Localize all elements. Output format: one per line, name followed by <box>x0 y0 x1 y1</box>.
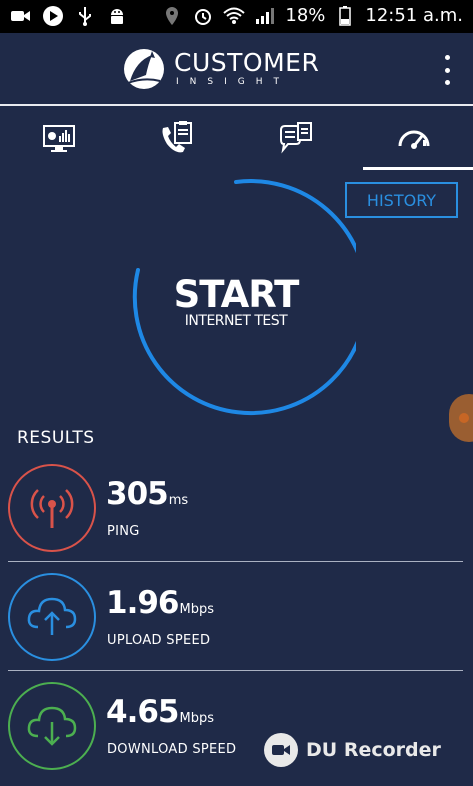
start-test-subtitle[interactable]: INTERNET TEST <box>116 313 356 329</box>
ping-unit: ms <box>168 493 189 508</box>
floating-recorder-handle[interactable] <box>449 394 473 442</box>
video-camera-icon <box>10 6 32 26</box>
dashboard-chart-icon <box>43 125 76 152</box>
logo-text: CUSTOMER INSIGHT <box>174 50 319 88</box>
download-unit: Mbps <box>179 711 215 726</box>
result-ping: 305ms PING <box>0 460 473 568</box>
download-value: 4.65Mbps <box>106 694 214 730</box>
android-icon <box>106 6 128 26</box>
start-test-button[interactable]: START <box>116 273 356 316</box>
tab-dashboard[interactable] <box>0 106 118 170</box>
history-button[interactable]: HISTORY <box>345 182 458 218</box>
logo-main-text: CUSTOMER <box>174 48 320 77</box>
result-download: 4.65Mbps DOWNLOAD SPEED <box>0 678 473 786</box>
customer-insight-logo: CUSTOMER INSIGHT <box>122 47 319 91</box>
wifi-icon <box>223 6 246 26</box>
chat-clipboard-icon <box>279 122 312 154</box>
speedometer-icon <box>398 130 430 149</box>
tab-messages[interactable] <box>237 106 355 170</box>
upload-unit: Mbps <box>179 602 215 617</box>
download-label: DOWNLOAD SPEED <box>107 742 237 757</box>
result-upload: 1.96Mbps UPLOAD SPEED <box>0 569 473 677</box>
results-divider <box>8 561 463 562</box>
upload-label: UPLOAD SPEED <box>107 633 211 648</box>
status-time: 12:51 a.m. <box>365 5 463 26</box>
usb-icon <box>74 6 96 26</box>
phone-clipboard-icon <box>162 121 193 153</box>
tab-calls[interactable] <box>118 106 236 170</box>
ping-value: 305ms <box>106 476 189 512</box>
download-ring <box>8 682 96 770</box>
cloud-upload-icon <box>27 597 77 635</box>
status-bar-left-icons <box>10 6 128 26</box>
battery-percent: 18% <box>285 5 326 26</box>
upload-ring <box>8 573 96 661</box>
tab-bar <box>0 106 473 170</box>
results-divider <box>8 670 463 671</box>
ping-label: PING <box>107 524 140 539</box>
app-header: CUSTOMER INSIGHT <box>0 33 473 105</box>
tab-speed-test[interactable] <box>355 106 473 170</box>
antenna-icon <box>30 489 74 528</box>
alarm-icon <box>192 6 214 26</box>
signal-icon <box>254 6 276 26</box>
logo-mark-icon <box>124 49 164 89</box>
cloud-download-icon <box>27 706 77 746</box>
du-recorder-watermark: DU Recorder <box>264 733 441 767</box>
logo-sub-text: INSIGHT <box>176 77 290 87</box>
more-vertical-icon[interactable] <box>439 55 455 85</box>
status-bar: 18% 12:51 a.m. <box>0 0 473 33</box>
status-bar-right-icons: 18% 12:51 a.m. <box>161 5 463 26</box>
watermark-text: DU Recorder <box>306 739 441 761</box>
upload-value: 1.96Mbps <box>106 585 214 621</box>
play-icon <box>42 6 64 26</box>
recorder-camera-icon <box>264 733 298 767</box>
battery-icon <box>334 5 356 26</box>
ping-ring <box>8 464 96 552</box>
location-icon <box>161 6 183 26</box>
results-title: RESULTS <box>17 428 95 448</box>
